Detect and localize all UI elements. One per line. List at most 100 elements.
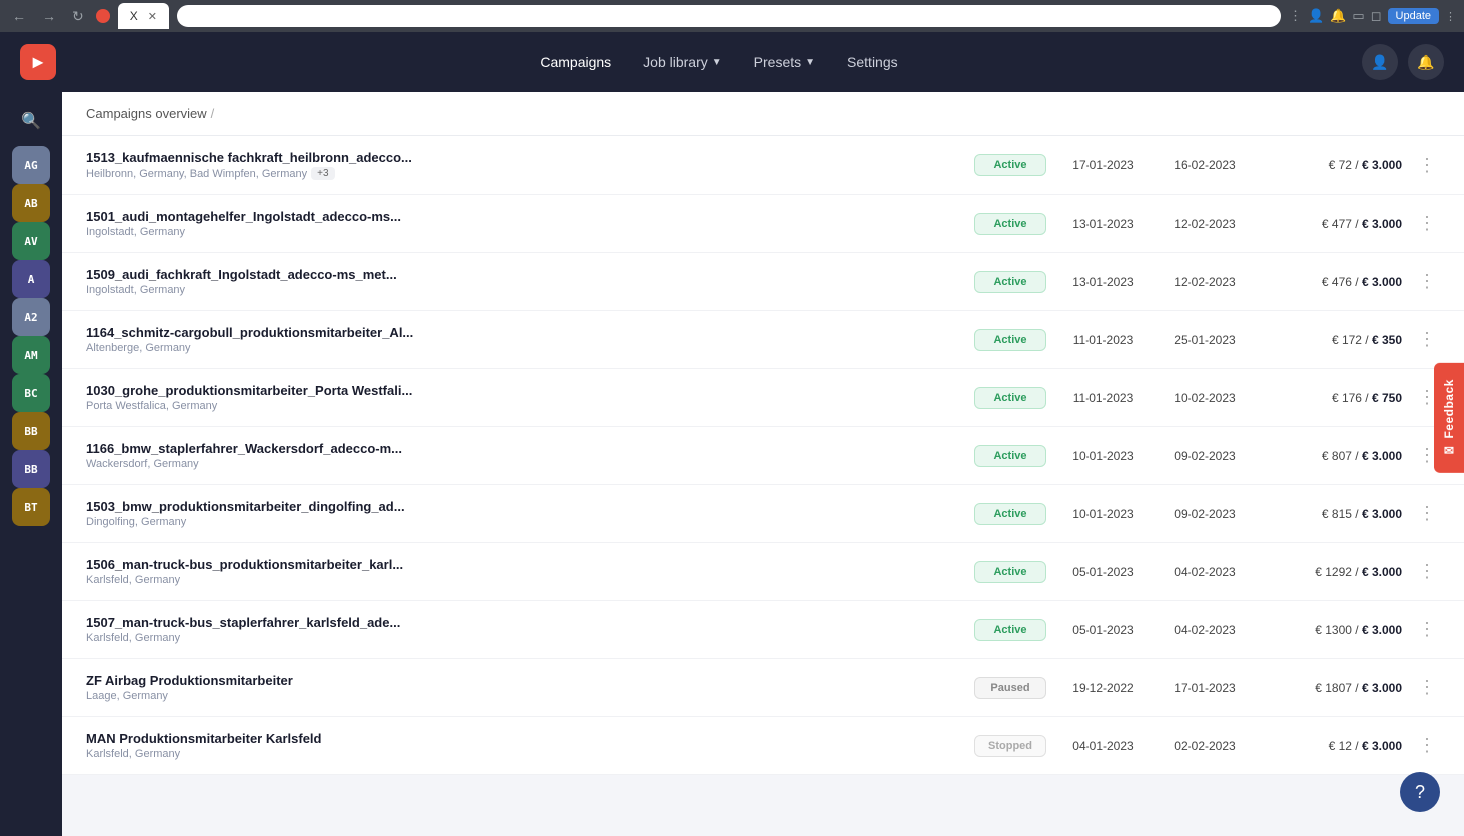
status-badge: Active	[974, 503, 1046, 525]
end-date: 12-02-2023	[1160, 275, 1250, 289]
more-options-button[interactable]: ⋮	[1414, 155, 1440, 176]
table-row[interactable]: 1164_schmitz-cargobull_produktionsmitarb…	[62, 311, 1464, 369]
sidebar-item[interactable]: AM	[12, 336, 50, 374]
nav-job-library[interactable]: Job library ▼	[643, 54, 722, 70]
end-date: 25-01-2023	[1160, 333, 1250, 347]
end-date: 02-02-2023	[1160, 739, 1250, 753]
campaign-name: 1506_man-truck-bus_produktionsmitarbeite…	[86, 557, 962, 572]
browser-bar: ← → ↻ X ✕ ⋮ 👤 🔔 ▭ ◻ Update ⋮	[0, 0, 1464, 32]
tab-title: X	[130, 9, 138, 23]
more-options-button[interactable]: ⋮	[1414, 735, 1440, 756]
table-row[interactable]: 1506_man-truck-bus_produktionsmitarbeite…	[62, 543, 1464, 601]
status-badge: Active	[974, 561, 1046, 583]
browser-tab[interactable]: X ✕	[118, 3, 169, 29]
sidebar-item[interactable]: BB	[12, 450, 50, 488]
notifications-button[interactable]: 🔔	[1408, 44, 1444, 80]
tab-favicon	[96, 9, 110, 23]
sidebar-item[interactable]: BC	[12, 374, 50, 412]
table-row[interactable]: 1030_grohe_produktionsmitarbeiter_Porta …	[62, 369, 1464, 427]
more-options-button[interactable]: ⋮	[1414, 503, 1440, 524]
campaign-location: Karlsfeld, Germany	[86, 748, 962, 760]
budget: € 72 / € 3.000	[1262, 158, 1402, 172]
app-navbar: ► Campaigns Job library ▼ Presets ▼ Sett…	[0, 32, 1464, 92]
table-row[interactable]: ZF Airbag Produktionsmitarbeiter Laage, …	[62, 659, 1464, 717]
location-text: Porta Westfalica, Germany	[86, 400, 217, 412]
campaign-location: Laage, Germany	[86, 690, 962, 702]
browser-actions: ⋮ 👤 🔔 ▭ ◻ Update ⋮	[1289, 8, 1456, 24]
nav-settings[interactable]: Settings	[847, 54, 898, 70]
refresh-button[interactable]: ↻	[68, 6, 88, 27]
sidebar-item[interactable]: AV	[12, 222, 50, 260]
campaign-info: 1513_kaufmaennische fachkraft_heilbronn_…	[86, 150, 962, 180]
sidebar-item[interactable]: AB	[12, 184, 50, 222]
content-area: Campaigns overview / 1513_kaufmaennische…	[62, 92, 1464, 836]
budget: € 176 / € 750	[1262, 391, 1402, 405]
end-date: 09-02-2023	[1160, 449, 1250, 463]
more-options-button[interactable]: ⋮	[1414, 619, 1440, 640]
campaign-name: 1501_audi_montagehelfer_Ingolstadt_adecc…	[86, 209, 962, 224]
status-badge: Active	[974, 329, 1046, 351]
search-icon[interactable]: 🔍	[12, 102, 50, 140]
back-button[interactable]: ←	[8, 6, 30, 26]
table-row[interactable]: 1501_audi_montagehelfer_Ingolstadt_adecc…	[62, 195, 1464, 253]
budget: € 172 / € 350	[1262, 333, 1402, 347]
nav-campaigns[interactable]: Campaigns	[540, 54, 611, 70]
campaign-name: 1509_audi_fachkraft_Ingolstadt_adecco-ms…	[86, 267, 962, 282]
tab-close-button[interactable]: ✕	[148, 10, 157, 23]
user-profile-button[interactable]: 👤	[1362, 44, 1398, 80]
feedback-label: ✉ Feedback	[1442, 379, 1456, 457]
end-date: 12-02-2023	[1160, 217, 1250, 231]
budget: € 12 / € 3.000	[1262, 739, 1402, 753]
start-date: 05-01-2023	[1058, 623, 1148, 637]
more-options-button[interactable]: ⋮	[1414, 329, 1440, 350]
status-badge: Active	[974, 387, 1046, 409]
help-button[interactable]: ?	[1400, 772, 1440, 812]
campaign-location: Altenberge, Germany	[86, 342, 962, 354]
main-layout: 🔍 AGABAVAA2AMBCBBBBBT Campaigns overview…	[0, 92, 1464, 836]
menu-button[interactable]: ⋮	[1445, 10, 1456, 23]
campaign-info: 1507_man-truck-bus_staplerfahrer_karlsfe…	[86, 615, 962, 644]
extensions-button[interactable]: ⋮	[1289, 8, 1302, 24]
budget: € 476 / € 3.000	[1262, 275, 1402, 289]
forward-button[interactable]: →	[38, 6, 60, 26]
sidebar-item[interactable]: A	[12, 260, 50, 298]
table-row[interactable]: 1513_kaufmaennische fachkraft_heilbronn_…	[62, 136, 1464, 195]
breadcrumb: Campaigns overview /	[62, 92, 1464, 136]
sidebar-item[interactable]: BT	[12, 488, 50, 526]
help-icon: ?	[1415, 782, 1425, 803]
url-bar[interactable]	[177, 5, 1281, 27]
more-options-button[interactable]: ⋮	[1414, 271, 1440, 292]
location-text: Karlsfeld, Germany	[86, 574, 180, 586]
table-row[interactable]: 1509_audi_fachkraft_Ingolstadt_adecco-ms…	[62, 253, 1464, 311]
campaign-name: 1166_bmw_staplerfahrer_Wackersdorf_adecc…	[86, 441, 962, 456]
start-date: 13-01-2023	[1058, 217, 1148, 231]
campaign-location: Dingolfing, Germany	[86, 516, 962, 528]
table-row[interactable]: MAN Produktionsmitarbeiter Karlsfeld Kar…	[62, 717, 1464, 775]
feedback-widget[interactable]: ✉ Feedback	[1434, 363, 1464, 473]
more-options-button[interactable]: ⋮	[1414, 561, 1440, 582]
notifications-browser-button[interactable]: 🔔	[1330, 8, 1346, 24]
more-options-button[interactable]: ⋮	[1414, 677, 1440, 698]
campaign-name: 1507_man-truck-bus_staplerfahrer_karlsfe…	[86, 615, 962, 630]
table-row[interactable]: 1507_man-truck-bus_staplerfahrer_karlsfe…	[62, 601, 1464, 659]
sidebar-item[interactable]: AG	[12, 146, 50, 184]
sidebar-item[interactable]: BB	[12, 412, 50, 450]
nav-presets[interactable]: Presets ▼	[754, 54, 815, 70]
status-badge: Stopped	[974, 735, 1046, 757]
campaign-table: 1513_kaufmaennische fachkraft_heilbronn_…	[62, 136, 1464, 775]
location-text: Altenberge, Germany	[86, 342, 191, 354]
screensaver-button[interactable]: ◻	[1371, 8, 1382, 24]
budget: € 477 / € 3.000	[1262, 217, 1402, 231]
table-row[interactable]: 1166_bmw_staplerfahrer_Wackersdorf_adecc…	[62, 427, 1464, 485]
nav-links: Campaigns Job library ▼ Presets ▼ Settin…	[76, 54, 1362, 70]
breadcrumb-campaigns[interactable]: Campaigns overview	[86, 106, 207, 121]
sidebar: 🔍 AGABAVAA2AMBCBBBBBT	[0, 92, 62, 836]
start-date: 11-01-2023	[1058, 391, 1148, 405]
status-badge: Active	[974, 271, 1046, 293]
more-options-button[interactable]: ⋮	[1414, 213, 1440, 234]
sidebar-item[interactable]: A2	[12, 298, 50, 336]
update-button[interactable]: Update	[1388, 8, 1439, 24]
table-row[interactable]: 1503_bmw_produktionsmitarbeiter_dingolfi…	[62, 485, 1464, 543]
profile-button[interactable]: 👤	[1308, 8, 1324, 24]
cast-button[interactable]: ▭	[1352, 8, 1364, 24]
